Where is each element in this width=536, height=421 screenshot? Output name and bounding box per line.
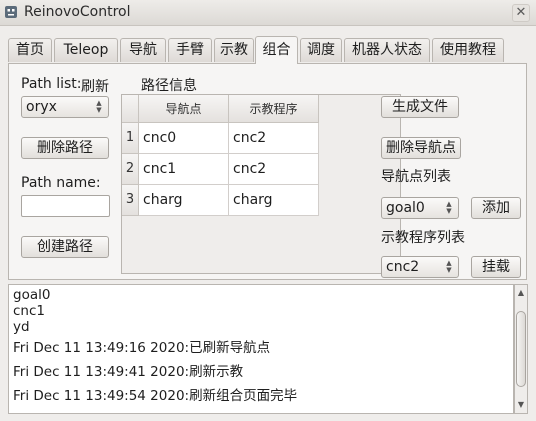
- window-title: ReinovoControl: [24, 4, 131, 20]
- log-line: Fri Dec 11 13:49:16 2020:已刷新导航点: [13, 340, 271, 356]
- path-name-input[interactable]: [21, 195, 110, 217]
- mount-button[interactable]: 挂载: [471, 256, 521, 278]
- log-line: goal0: [13, 287, 51, 303]
- tab-arm[interactable]: 手臂: [168, 38, 212, 62]
- path-list-label: Path list:: [21, 76, 82, 92]
- delete-path-button[interactable]: 删除路径: [21, 137, 109, 159]
- spin-arrows-icon: ▲ ▼: [446, 259, 452, 274]
- log-line: Fri Dec 11 13:49:41 2020:刷新示教: [13, 364, 244, 380]
- generate-file-button[interactable]: 生成文件: [381, 96, 459, 118]
- add-button[interactable]: 添加: [471, 197, 521, 219]
- row-header[interactable]: 1: [122, 123, 139, 154]
- spin-arrows-icon: ▲ ▼: [96, 99, 102, 114]
- refresh-link[interactable]: 刷新: [81, 76, 109, 96]
- tab-robot-status[interactable]: 机器人状态: [344, 38, 430, 62]
- close-icon[interactable]: ✕: [512, 4, 530, 22]
- log-line: Fri Dec 11 13:49:54 2020:刷新组合页面完毕: [13, 388, 298, 404]
- title-bar: ReinovoControl ✕: [0, 0, 536, 26]
- tab-navigation[interactable]: 导航: [120, 38, 166, 62]
- program-cell[interactable]: cnc2: [229, 123, 319, 154]
- scroll-up-icon[interactable]: ▲: [515, 287, 527, 299]
- path-name-label: Path name:: [21, 175, 101, 191]
- waypoint-list-label: 导航点列表: [381, 169, 451, 185]
- tab-teleop[interactable]: Teleop: [54, 38, 118, 62]
- column-header-waypoint[interactable]: 导航点: [139, 95, 229, 123]
- row-header[interactable]: 3: [122, 185, 139, 216]
- column-header-program[interactable]: 示教程序: [229, 95, 319, 123]
- tab-combination[interactable]: 组合: [255, 36, 298, 64]
- waypoint-select[interactable]: goal0 ▲ ▼: [381, 197, 459, 219]
- program-cell[interactable]: cnc2: [229, 154, 319, 185]
- spin-arrows-icon: ▲ ▼: [446, 200, 452, 215]
- tab-teach[interactable]: 示教: [214, 38, 254, 62]
- table-corner: [122, 95, 139, 123]
- log-scrollbar[interactable]: ▲ ▼: [514, 284, 528, 414]
- waypoint-cell[interactable]: cnc0: [139, 123, 229, 154]
- tab-dispatch[interactable]: 调度: [300, 38, 342, 62]
- scroll-down-icon[interactable]: ▼: [515, 399, 527, 411]
- route-info-table: 导航点 示教程序 1 cnc0 cnc2 2 cnc1 cnc2 3 charg…: [121, 94, 401, 274]
- tab-tutorial[interactable]: 使用教程: [432, 38, 504, 62]
- program-select-value: cnc2: [386, 259, 420, 275]
- program-cell[interactable]: charg: [229, 185, 319, 216]
- log-output[interactable]: goal0 cnc1 yd Fri Dec 11 13:49:16 2020:已…: [8, 284, 514, 414]
- route-info-title: 路径信息: [141, 78, 197, 94]
- combination-panel: Path list: 刷新 oryx ▲ ▼ 删除路径 Path name: 创建…: [8, 63, 527, 280]
- robot-app-icon: [5, 6, 17, 18]
- waypoint-cell[interactable]: charg: [139, 185, 229, 216]
- scrollbar-thumb[interactable]: [516, 311, 526, 387]
- create-path-button[interactable]: 创建路径: [21, 236, 109, 258]
- program-select[interactable]: cnc2 ▲ ▼: [381, 256, 459, 278]
- waypoint-cell[interactable]: cnc1: [139, 154, 229, 185]
- path-select-value: oryx: [26, 99, 57, 115]
- log-line: cnc1: [13, 303, 45, 319]
- log-line: yd: [13, 319, 30, 335]
- waypoint-select-value: goal0: [386, 200, 425, 216]
- program-list-label: 示教程序列表: [381, 230, 465, 246]
- delete-waypoint-button[interactable]: 删除导航点: [381, 137, 461, 159]
- path-select[interactable]: oryx ▲ ▼: [21, 96, 109, 118]
- tab-home[interactable]: 首页: [8, 38, 52, 62]
- row-header[interactable]: 2: [122, 154, 139, 185]
